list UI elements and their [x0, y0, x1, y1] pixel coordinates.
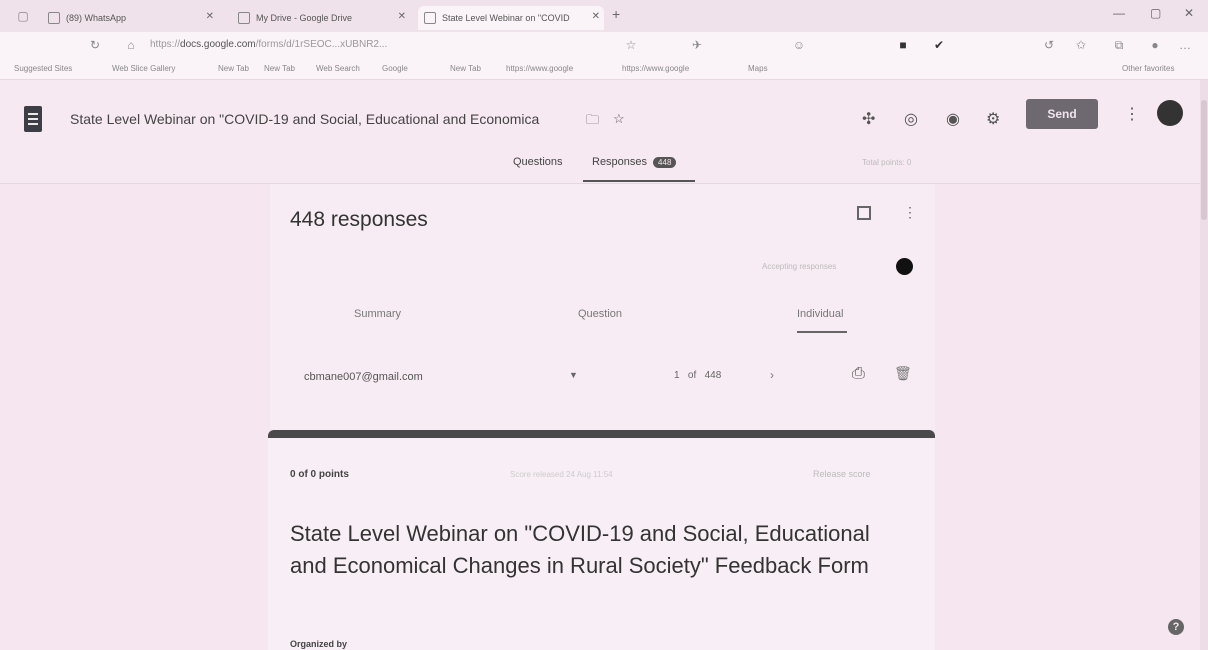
more-options-icon[interactable]: ⋮	[903, 204, 917, 221]
settings-gear-icon[interactable]: ⚙	[986, 109, 1000, 129]
points-label: 0 of 0 points	[290, 469, 349, 480]
google-forms-icon	[424, 12, 436, 24]
collections-icon[interactable]: ⧉	[1112, 38, 1126, 52]
organized-by-label: Organized by	[290, 639, 348, 649]
accepting-responses-toggle[interactable]	[896, 258, 913, 275]
url-path: /forms/d/1rSEOC...xUBNR2...	[255, 39, 388, 50]
tab-label: My Drive - Google Drive	[256, 13, 353, 23]
bookmark-item[interactable]: Web Slice Gallery	[112, 64, 175, 73]
star-icon[interactable]: ☆	[624, 38, 638, 52]
close-icon[interactable]: ✕	[398, 11, 406, 22]
bookmark-item[interactable]: Maps	[748, 64, 768, 73]
extension-icon[interactable]: ✈	[690, 38, 704, 52]
release-score-button[interactable]: Release score	[813, 469, 871, 479]
preview-eye-icon[interactable]: ◉	[946, 109, 960, 129]
form-tabs: Questions Responses 448 Total points: 0	[0, 154, 1208, 184]
form-heading: State Level Webinar on "COVID-19 and Soc…	[290, 521, 870, 578]
google-forms-icon[interactable]	[24, 106, 42, 132]
profile-icon[interactable]: ●	[1148, 38, 1162, 52]
response-pager: 1 of 448	[674, 370, 721, 381]
star-icon[interactable]: ☆	[613, 111, 625, 127]
folder-icon[interactable]: 🗀	[586, 111, 599, 133]
subtab-question[interactable]: Question	[578, 308, 622, 320]
close-icon[interactable]: ✕	[206, 11, 214, 22]
url-host: docs.google.com	[180, 39, 256, 50]
more-icon[interactable]: …	[1178, 38, 1192, 52]
total-points: Total points: 0	[862, 158, 912, 167]
responses-count-badge: 448	[653, 157, 677, 168]
bookmark-other-favorites[interactable]: Other favorites	[1122, 64, 1174, 73]
respondent-select[interactable]: cbmane007@gmail.com	[304, 371, 423, 383]
bookmark-item[interactable]: Google	[382, 64, 408, 73]
google-drive-icon	[238, 12, 250, 24]
tab-responses-label: Responses	[592, 156, 648, 168]
active-tab-indicator	[583, 180, 695, 182]
refresh-extension-icon[interactable]: ↺	[1042, 38, 1056, 52]
address-bar-row: ↻ ⌂ https://docs.google.com/forms/d/1rSE…	[0, 32, 1208, 60]
help-icon[interactable]: ?	[1168, 619, 1184, 635]
lock-icon: ⌂	[127, 38, 135, 52]
url-field[interactable]: https://docs.google.com/forms/d/1rSEOC..…	[150, 39, 387, 50]
response-form-card: 0 of 0 points Score released 24 Aug 11:5…	[268, 430, 935, 650]
tab-questions[interactable]: Questions	[513, 156, 563, 168]
subtab-individual[interactable]: Individual	[797, 308, 843, 320]
bookmark-item[interactable]: New Tab	[218, 64, 249, 73]
bookmark-item[interactable]: https://www.google	[622, 64, 689, 73]
delete-icon[interactable]: 🗑	[894, 365, 912, 382]
responses-card: 448 responses ⋮ Accepting responses Summ…	[270, 184, 935, 430]
more-options-icon[interactable]: ⋮	[1124, 104, 1140, 124]
tab-label: (89) WhatsApp	[66, 13, 127, 23]
browser-tab-whatsapp[interactable]: (89) WhatsApp ✕	[48, 6, 218, 30]
page-scrollbar[interactable]	[1200, 80, 1208, 650]
maximize-icon[interactable]: ▢	[1150, 6, 1161, 20]
dropdown-caret-icon[interactable]: ▼	[569, 370, 578, 380]
pager-current: 1	[674, 370, 680, 381]
form-title[interactable]: State Level Webinar on "COVID-19 and Soc…	[70, 111, 539, 127]
check-icon[interactable]: ✔	[932, 38, 946, 52]
tab-actions-icon[interactable]: ▢	[16, 9, 30, 23]
active-subtab-indicator	[797, 331, 847, 333]
minimize-icon[interactable]: —	[1113, 6, 1125, 20]
spreadsheet-icon[interactable]	[857, 206, 871, 220]
next-response-icon[interactable]: ›	[770, 368, 774, 382]
bookmark-item[interactable]: New Tab	[264, 64, 295, 73]
submitted-timestamp: Score released 24 Aug 11:54	[510, 470, 613, 479]
close-icon[interactable]: ✕	[592, 11, 600, 22]
browser-tab-drive[interactable]: My Drive - Google Drive ✕	[238, 6, 410, 30]
subtab-summary[interactable]: Summary	[354, 308, 401, 320]
addon-icon[interactable]: ✣	[862, 109, 875, 129]
favorites-icon[interactable]: ✩	[1074, 38, 1088, 52]
forms-header: State Level Webinar on "COVID-19 and Soc…	[0, 80, 1208, 184]
palette-icon[interactable]: ◎	[904, 109, 918, 129]
pager-of: of	[687, 370, 697, 381]
close-window-icon[interactable]: ✕	[1184, 6, 1194, 20]
tab-responses[interactable]: Responses 448	[592, 156, 677, 168]
whatsapp-icon	[48, 12, 60, 24]
bookmarks-bar: Suggested Sites Web Slice Gallery New Ta…	[0, 60, 1208, 80]
responses-count: 448 responses	[290, 208, 428, 231]
bookmark-item[interactable]: New Tab	[450, 64, 481, 73]
print-icon[interactable]: ⎙	[852, 365, 865, 383]
extension-icon[interactable]: ☺	[792, 38, 806, 52]
bookmark-item[interactable]: https://www.google	[506, 64, 573, 73]
send-button[interactable]: Send	[1026, 99, 1098, 129]
pager-total: 448	[704, 370, 722, 381]
tab-label: State Level Webinar on "COVID	[442, 13, 570, 23]
reload-icon[interactable]: ↻	[88, 38, 102, 52]
new-tab-button[interactable]: +	[612, 6, 620, 22]
extension-icon[interactable]: ■	[896, 38, 910, 52]
bookmark-item[interactable]: Web Search	[316, 64, 360, 73]
browser-tab-forms[interactable]: State Level Webinar on "COVID ✕	[418, 6, 604, 30]
bookmark-item[interactable]: Suggested Sites	[14, 64, 72, 73]
avatar[interactable]	[1157, 100, 1183, 126]
browser-tab-bar: ▢ (89) WhatsApp ✕ My Drive - Google Driv…	[0, 0, 1208, 32]
accepting-responses-label: Accepting responses	[762, 262, 837, 271]
